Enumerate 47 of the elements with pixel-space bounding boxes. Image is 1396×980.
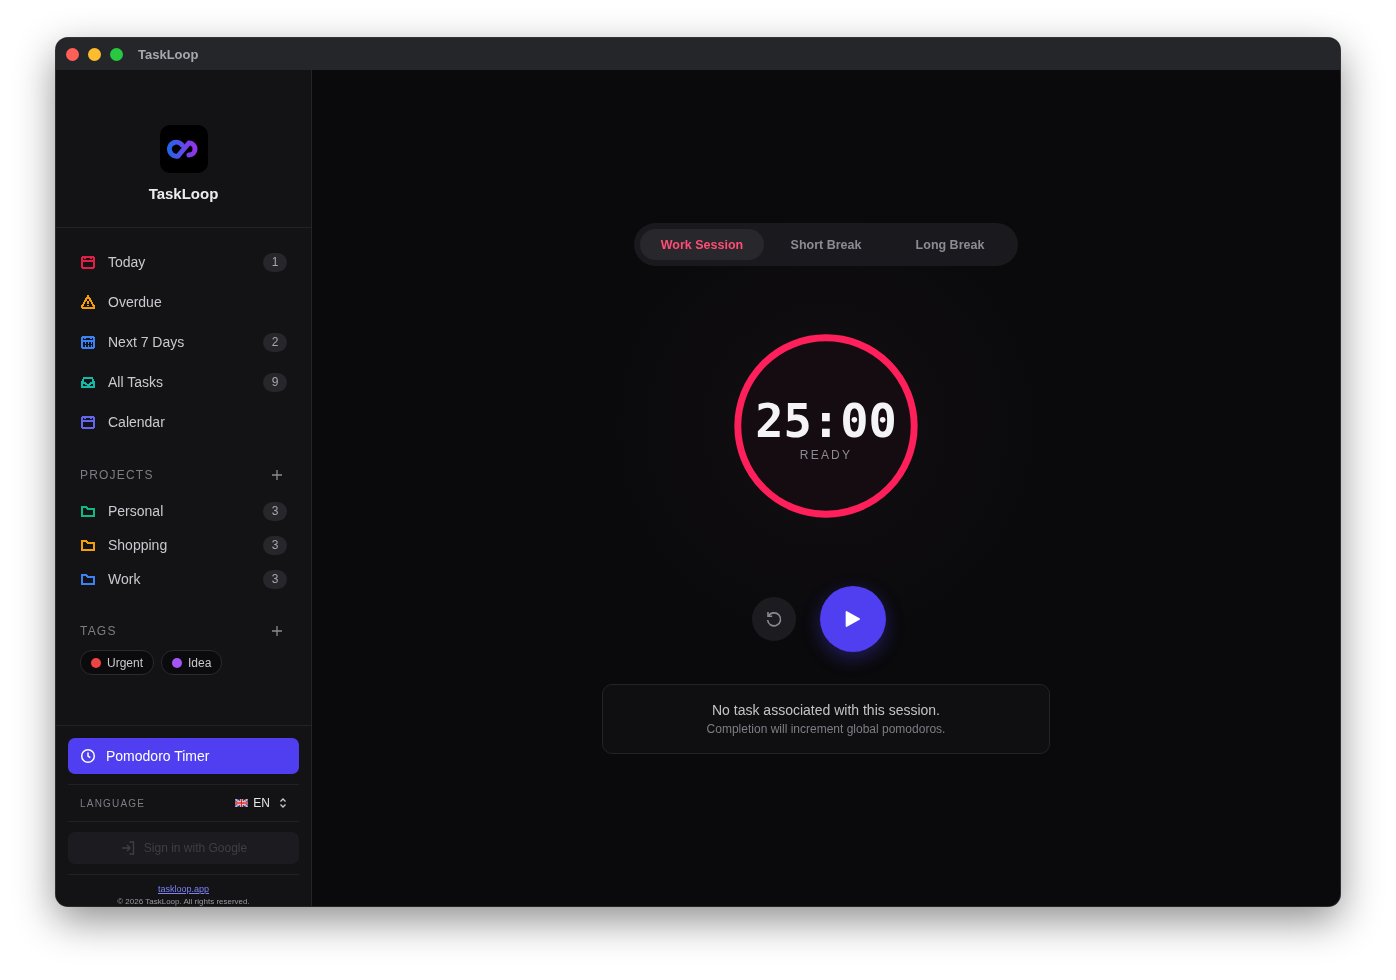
tag-chip[interactable]: Idea bbox=[161, 650, 223, 675]
play-button[interactable] bbox=[820, 586, 886, 652]
count-badge: 3 bbox=[263, 501, 287, 521]
close-icon[interactable] bbox=[66, 47, 79, 61]
timer-time: 25:00 bbox=[755, 396, 897, 444]
plus-icon[interactable] bbox=[271, 625, 283, 637]
plus-icon[interactable] bbox=[271, 469, 283, 481]
note-subtitle: Completion will increment global pomodoros. bbox=[706, 722, 946, 736]
reset-button[interactable] bbox=[752, 597, 796, 641]
mode-tab[interactable]: Short Break bbox=[764, 229, 888, 260]
pomodoro-timer-button[interactable]: Pomodoro Timer bbox=[68, 738, 299, 774]
nav-item[interactable]: Next 7 Days 2 bbox=[56, 322, 311, 362]
maximize-icon[interactable] bbox=[110, 47, 123, 61]
sign-in-icon bbox=[119, 840, 136, 856]
section-title: PROJECTS bbox=[80, 468, 154, 482]
flag-icon bbox=[235, 799, 249, 807]
project-item[interactable]: Work 3 bbox=[56, 562, 311, 596]
website-link[interactable]: taskloop.app bbox=[157, 884, 209, 894]
project-item[interactable]: Shopping 3 bbox=[56, 528, 311, 562]
timer-status: READY bbox=[799, 447, 853, 462]
nav-item[interactable]: Today 1 bbox=[56, 242, 311, 282]
nav-item[interactable]: Calendar bbox=[56, 402, 311, 442]
tag-chip[interactable]: Urgent bbox=[80, 650, 155, 675]
nav-item[interactable]: All Tasks 9 bbox=[56, 362, 311, 402]
count-badge: 9 bbox=[263, 372, 287, 392]
mode-tab[interactable]: Long Break bbox=[888, 229, 1012, 260]
language-select[interactable]: EN bbox=[235, 796, 287, 810]
copyright-text: © 2026 TaskLoop. All rights reserved. bbox=[117, 897, 250, 906]
infinity-logo-icon bbox=[159, 125, 208, 173]
minimize-icon[interactable] bbox=[88, 47, 101, 61]
tag-label: Urgent bbox=[107, 655, 144, 670]
language-label: LANGUAGE bbox=[80, 797, 146, 809]
window-title: TaskLoop bbox=[138, 46, 199, 62]
reset-icon bbox=[764, 609, 784, 629]
clock-icon bbox=[80, 748, 96, 764]
mode-tab[interactable]: Work Session bbox=[640, 229, 764, 260]
nav-item[interactable]: Overdue bbox=[56, 282, 311, 322]
project-item[interactable]: Personal 3 bbox=[56, 494, 311, 528]
app-name: TaskLoop bbox=[148, 185, 219, 202]
chevron-icon bbox=[279, 797, 287, 809]
count-badge: 3 bbox=[263, 569, 287, 589]
section-title: TAGS bbox=[80, 624, 117, 638]
note-title: No task associated with this session. bbox=[712, 702, 940, 718]
count-badge: 3 bbox=[263, 535, 287, 555]
tag-label: Idea bbox=[188, 655, 212, 670]
count-badge: 2 bbox=[263, 332, 287, 352]
count-badge: 1 bbox=[263, 252, 287, 272]
